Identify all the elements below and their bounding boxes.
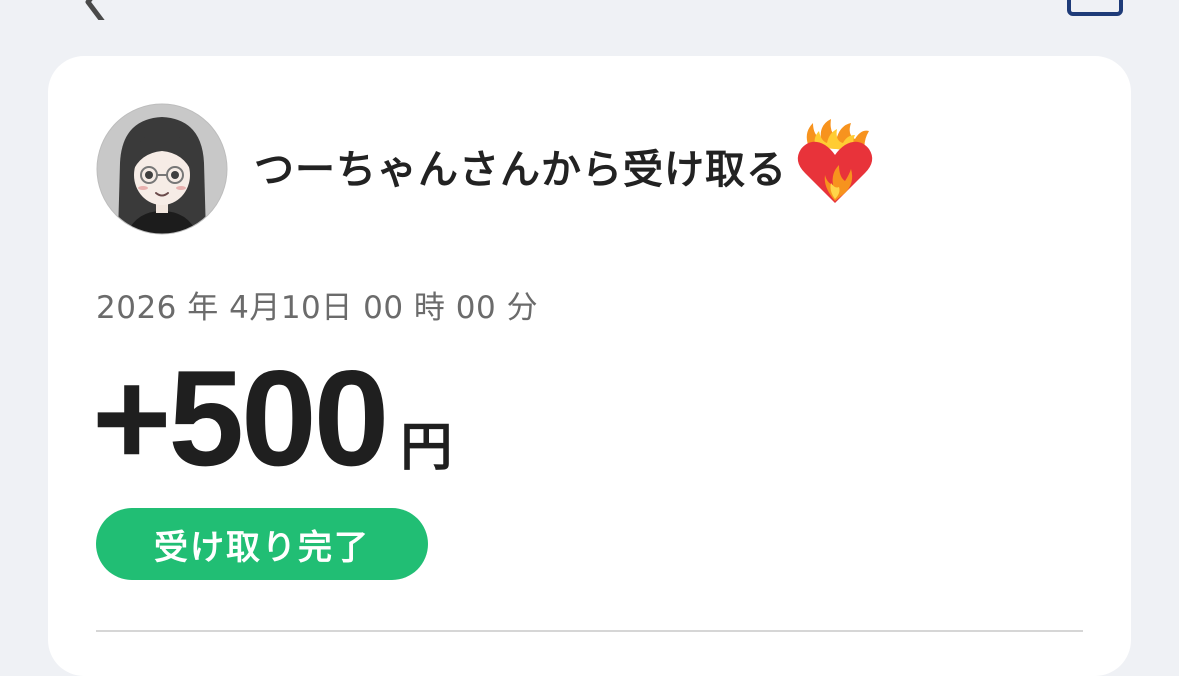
sender-title: つーちゃんさんから受け取る xyxy=(254,147,787,193)
currency-label: 円 xyxy=(400,418,453,478)
share-icon[interactable] xyxy=(1067,0,1123,16)
sender-avatar xyxy=(96,103,228,235)
sender-row: つーちゃんさんから受け取る xyxy=(254,116,881,216)
transaction-card: つーちゃんさんから受け取る 2026 年 4月10日 00 時 00 分 +50… xyxy=(48,56,1131,676)
status-badge: 受け取り完了 xyxy=(96,508,428,580)
transaction-date: 2026 年 4月10日 00 時 00 分 xyxy=(96,290,539,326)
divider xyxy=(96,630,1083,632)
amount-value: +500 xyxy=(92,342,389,494)
back-chevron-icon[interactable] xyxy=(70,0,130,20)
heart-on-fire-icon xyxy=(797,119,873,203)
amount-row: +500 円 xyxy=(92,340,452,496)
